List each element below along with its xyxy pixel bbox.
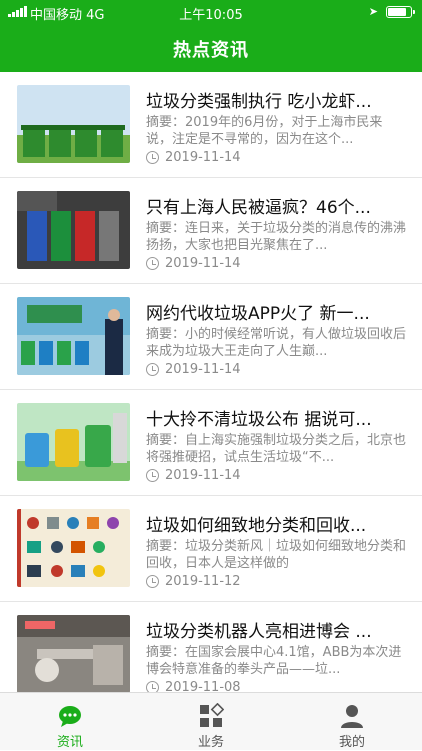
tab-label: 我的 (338, 735, 365, 750)
news-date: 2019-11-08 (146, 680, 241, 692)
news-title: 只有上海人民被逼疯？46个... (146, 198, 371, 218)
news-abstract: 摘要：在国家会展中心4.1馆，ABB为本次进博会特意准备的拳头产品——垃... (146, 645, 402, 677)
news-date: 2019-11-14 (146, 256, 241, 271)
news-date: 2019-11-14 (146, 468, 241, 483)
news-title: 垃圾分类强制执行 吃小龙虾... (146, 92, 372, 112)
news-title: 垃圾分类机器人亮相进博会 ... (146, 622, 372, 642)
news-thumbnail (17, 509, 130, 587)
grid-apps-icon (200, 703, 224, 727)
news-abstract: 摘要：自上海实施强制垃圾分类之后，北京也将强推硬招，试点生活垃圾“不... (146, 433, 406, 465)
news-date-text: 2019-11-12 (165, 574, 241, 589)
clock-icon (146, 363, 159, 376)
news-thumbnail (17, 191, 130, 269)
news-abstract: 摘要：垃圾分类新风｜垃圾如何细致地分类和回收，日本人是这样做的 (146, 539, 406, 571)
page-title: 热点资讯 (173, 40, 249, 61)
tab-label: 业务 (197, 735, 224, 750)
tab-bar: 资讯 业务 我的 (0, 692, 422, 750)
news-abstract: 摘要：小的时候经常听说，有人做垃圾回收后来成为垃圾大王走向了人生巅... (146, 327, 406, 359)
clock-icon (146, 575, 159, 588)
news-date: 2019-11-14 (146, 362, 241, 377)
clock-icon (146, 681, 159, 692)
app-header: 中国移动 4G 上午10:05 ➤ 热点资讯 (0, 0, 422, 72)
news-item[interactable]: 垃圾如何细致地分类和回收... 摘要：垃圾分类新风｜垃圾如何细致地分类和回收，日… (0, 496, 422, 602)
news-date-text: 2019-11-14 (165, 256, 241, 271)
news-date: 2019-11-14 (146, 150, 241, 165)
news-date-text: 2019-11-14 (165, 150, 241, 165)
news-date: 2019-11-12 (146, 574, 241, 589)
news-thumbnail (17, 297, 130, 375)
news-abstract: 摘要：连日来，关于垃圾分类的消息传的沸沸扬扬，大家也把目光聚焦在了... (146, 221, 406, 253)
news-abstract: 摘要：2019年的6月份，对于上海市民来说，注定是不寻常的，因为在这个... (146, 115, 383, 147)
news-item[interactable]: 网约代收垃圾APP火了 新一... 摘要：小的时候经常听说，有人做垃圾回收后来成… (0, 284, 422, 390)
tab-news[interactable]: 资讯 (0, 693, 140, 751)
location-arrow-icon: ➤ (368, 5, 378, 18)
battery-icon (386, 6, 415, 18)
news-item[interactable]: 只有上海人民被逼疯？46个... 摘要：连日来，关于垃圾分类的消息传的沸沸扬扬，… (0, 178, 422, 284)
news-item[interactable]: 垃圾分类强制执行 吃小龙虾... 摘要：2019年的6月份，对于上海市民来说，注… (0, 72, 422, 178)
clock-icon (146, 469, 159, 482)
status-bar: 中国移动 4G 上午10:05 ➤ (0, 0, 422, 24)
news-thumbnail (17, 615, 130, 692)
news-date-text: 2019-11-08 (165, 680, 241, 692)
news-list[interactable]: 垃圾分类强制执行 吃小龙虾... 摘要：2019年的6月份，对于上海市民来说，注… (0, 72, 422, 692)
news-thumbnail (17, 85, 130, 163)
news-item[interactable]: 垃圾分类机器人亮相进博会 ... 摘要：在国家会展中心4.1馆，ABB为本次进博… (0, 602, 422, 692)
news-title: 垃圾如何细致地分类和回收... (146, 516, 367, 536)
news-item[interactable]: 十大拎不清垃圾公布 据说可... 摘要：自上海实施强制垃圾分类之后，北京也将强推… (0, 390, 422, 496)
tab-mine[interactable]: 我的 (282, 693, 422, 751)
status-time: 上午10:05 (179, 8, 243, 23)
clock-icon (146, 151, 159, 164)
clock-icon (146, 257, 159, 270)
news-title: 网约代收垃圾APP火了 新一... (146, 304, 370, 324)
person-icon (341, 705, 363, 728)
news-thumbnail (17, 403, 130, 481)
news-date-text: 2019-11-14 (165, 468, 241, 483)
news-date-text: 2019-11-14 (165, 362, 241, 377)
chat-bubble-icon (59, 706, 81, 727)
tab-business[interactable]: 业务 (141, 693, 281, 751)
news-title: 十大拎不清垃圾公布 据说可... (146, 410, 372, 430)
tab-label: 资讯 (56, 735, 83, 750)
